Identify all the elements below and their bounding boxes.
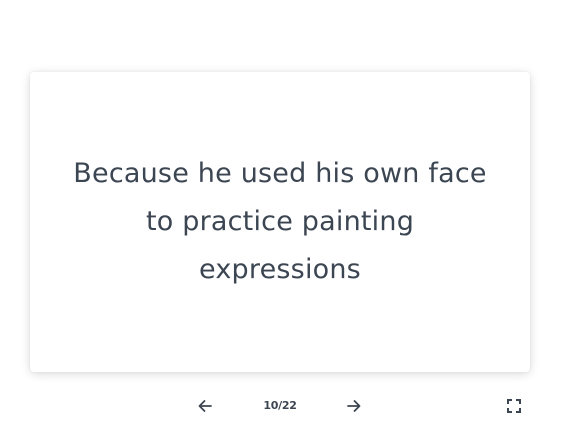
flashcard[interactable]: Because he used his own face to practice… [30,72,530,372]
flashcard-controls: 10/22 [0,390,568,422]
card-counter: 10/22 [263,399,297,412]
arrow-right-icon [347,400,361,412]
arrow-left-icon [198,400,212,412]
fullscreen-button[interactable] [498,390,530,422]
flashcard-text: Because he used his own face to practice… [73,158,487,285]
next-card-button[interactable] [338,390,370,422]
fullscreen-icon [507,399,521,413]
flashcard-viewer: Because he used his own face to practice… [0,0,568,446]
previous-card-button[interactable] [189,390,221,422]
